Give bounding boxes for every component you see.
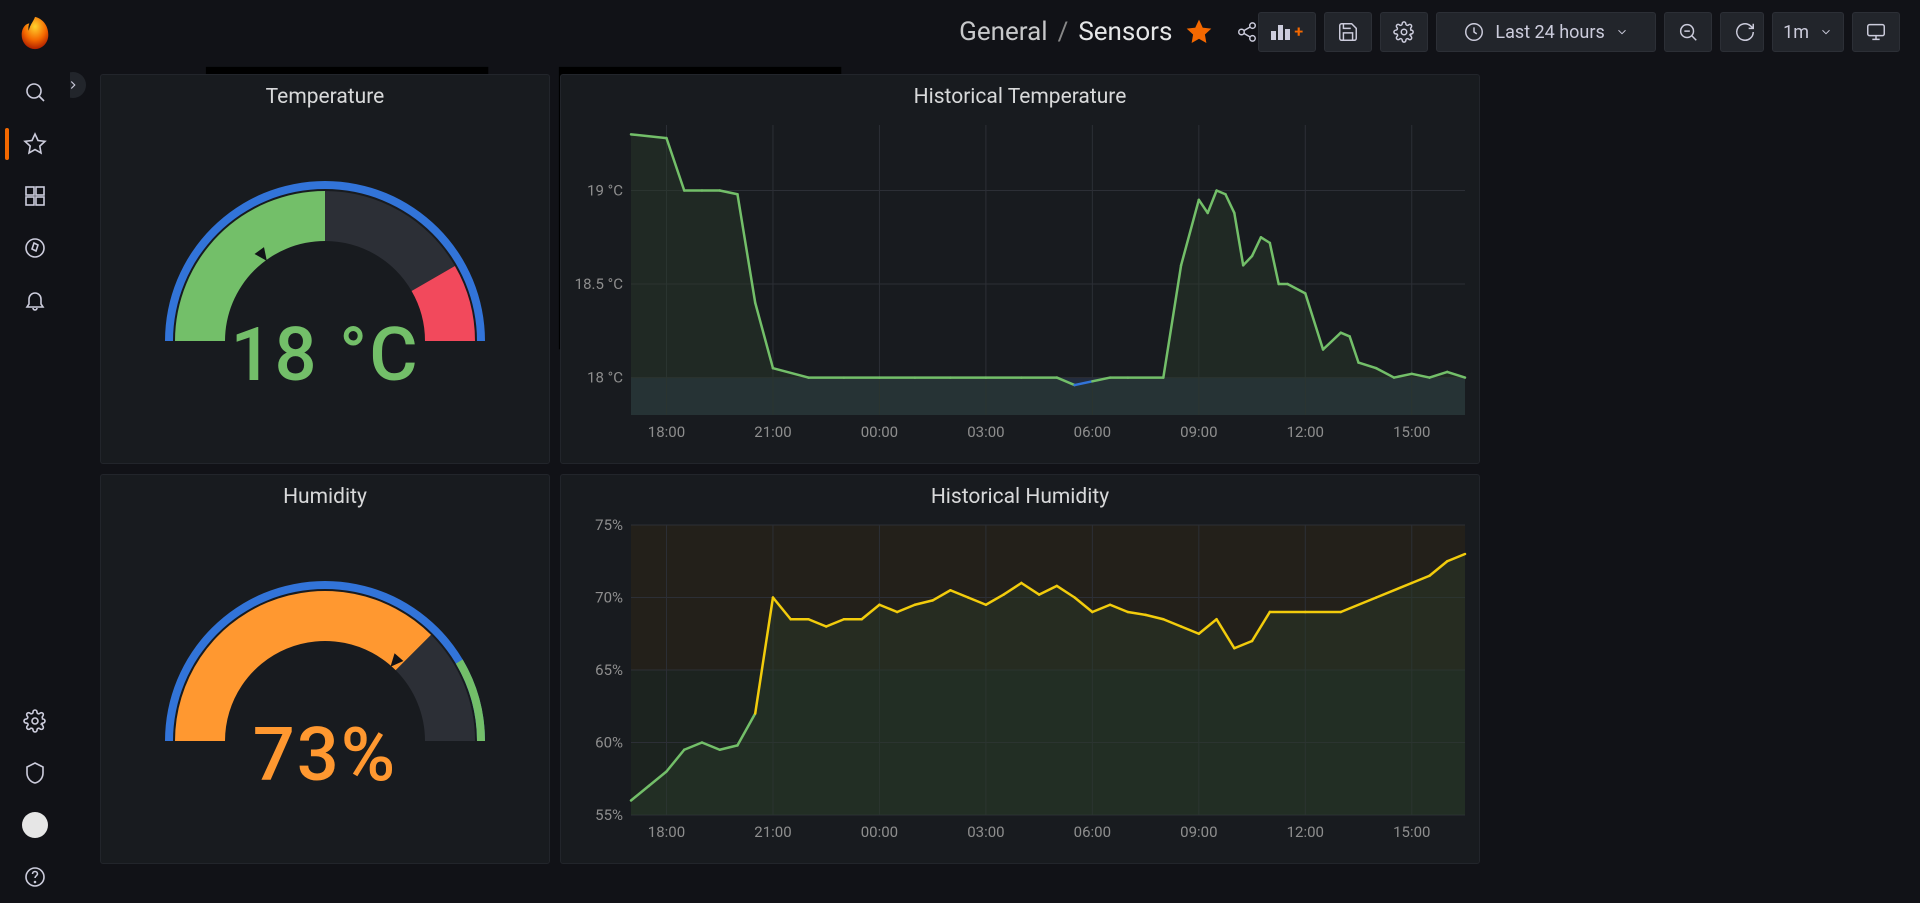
- refresh-interval-label: 1m: [1783, 22, 1809, 43]
- breadcrumb: General / Sensors: [959, 17, 1172, 47]
- refresh-interval-picker[interactable]: 1m: [1772, 12, 1844, 52]
- chevron-down-icon: [1615, 25, 1629, 39]
- svg-text:18:00: 18:00: [648, 423, 685, 441]
- svg-text:70%: 70%: [595, 589, 623, 607]
- svg-text:18.5 °C: 18.5 °C: [575, 275, 624, 293]
- help-nav[interactable]: [5, 853, 65, 901]
- dashboards-nav[interactable]: [5, 172, 65, 220]
- svg-text:06:00: 06:00: [1074, 823, 1111, 841]
- svg-text:12:00: 12:00: [1287, 823, 1324, 841]
- svg-text:03:00: 03:00: [967, 423, 1004, 441]
- panel-temperature-gauge[interactable]: Temperature 18 °C: [100, 74, 550, 464]
- svg-text:00:00: 00:00: [861, 823, 898, 841]
- save-dashboard-button[interactable]: [1324, 12, 1372, 52]
- panel-title[interactable]: Temperature: [101, 75, 549, 115]
- panel-title[interactable]: Historical Humidity: [561, 475, 1479, 515]
- share-dashboard-button[interactable]: [1236, 21, 1258, 43]
- starred-nav[interactable]: [5, 120, 65, 168]
- dashboard-grid: Temperature 18 °C Historical Temperature…: [80, 64, 1920, 903]
- panel-humidity-gauge[interactable]: Humidity 73%: [100, 474, 550, 864]
- svg-text:60%: 60%: [595, 734, 623, 752]
- add-panel-icon: +: [1271, 24, 1303, 40]
- svg-text:15:00: 15:00: [1393, 423, 1430, 441]
- svg-text:12:00: 12:00: [1287, 423, 1324, 441]
- svg-text:19 °C: 19 °C: [587, 181, 623, 199]
- svg-text:21:00: 21:00: [754, 423, 791, 441]
- breadcrumb-folder[interactable]: General: [959, 17, 1047, 47]
- svg-text:75%: 75%: [595, 516, 623, 534]
- humidity-gauge-value: 73%: [253, 712, 398, 799]
- add-panel-button[interactable]: +: [1258, 12, 1316, 52]
- configuration-nav[interactable]: [5, 697, 65, 745]
- svg-text:65%: 65%: [595, 661, 623, 679]
- svg-text:06:00: 06:00: [1074, 423, 1111, 441]
- dashboard-settings-button[interactable]: [1380, 12, 1428, 52]
- svg-text:00:00: 00:00: [861, 423, 898, 441]
- sidebar-nav: [0, 0, 70, 903]
- avatar-icon: [22, 812, 48, 838]
- svg-text:21:00: 21:00: [754, 823, 791, 841]
- panel-title[interactable]: Humidity: [101, 475, 549, 515]
- svg-text:18:00: 18:00: [648, 823, 685, 841]
- alerting-nav[interactable]: [5, 276, 65, 324]
- breadcrumb-separator: /: [1058, 17, 1069, 47]
- panel-historical-temperature[interactable]: Historical Temperature 18 °C 18.5 °C 19 °C…: [560, 74, 1480, 464]
- svg-text:09:00: 09:00: [1180, 823, 1217, 841]
- search-button[interactable]: [5, 68, 65, 116]
- breadcrumb-title[interactable]: Sensors: [1078, 17, 1172, 47]
- refresh-button[interactable]: [1720, 12, 1764, 52]
- user-profile[interactable]: [5, 801, 65, 849]
- panel-historical-humidity[interactable]: Historical Humidity 55% 60% 65% 70% 75% 18:00…: [560, 474, 1480, 864]
- svg-text:55%: 55%: [595, 806, 623, 824]
- star-dashboard-button[interactable]: [1186, 19, 1212, 45]
- panel-title[interactable]: Historical Temperature: [561, 75, 1479, 115]
- server-admin-nav[interactable]: [5, 749, 65, 797]
- time-range-picker[interactable]: Last 24 hours: [1436, 12, 1656, 52]
- clock-icon: [1463, 21, 1485, 43]
- historical-humidity-svg: 55% 60% 65% 70% 75% 18:00 21:00 00:00 03:00 06:00…: [561, 515, 1480, 855]
- svg-text:03:00: 03:00: [967, 823, 1004, 841]
- svg-text:09:00: 09:00: [1180, 423, 1217, 441]
- historical-temperature-svg: 18 °C 18.5 °C 19 °C 18:00 21:00 00:00 03:00 06:…: [561, 115, 1480, 455]
- explore-nav[interactable]: [5, 224, 65, 272]
- chevron-down-icon: [1819, 25, 1833, 39]
- temperature-gauge-value: 18 °C: [230, 312, 419, 399]
- time-range-label: Last 24 hours: [1495, 22, 1604, 43]
- svg-text:15:00: 15:00: [1393, 823, 1430, 841]
- topbar: General / Sensors + Last 24 hours: [80, 0, 1920, 64]
- cycle-view-mode-button[interactable]: [1852, 12, 1900, 52]
- zoom-out-button[interactable]: [1664, 12, 1712, 52]
- svg-text:18 °C: 18 °C: [587, 369, 623, 387]
- grafana-logo[interactable]: [16, 14, 54, 52]
